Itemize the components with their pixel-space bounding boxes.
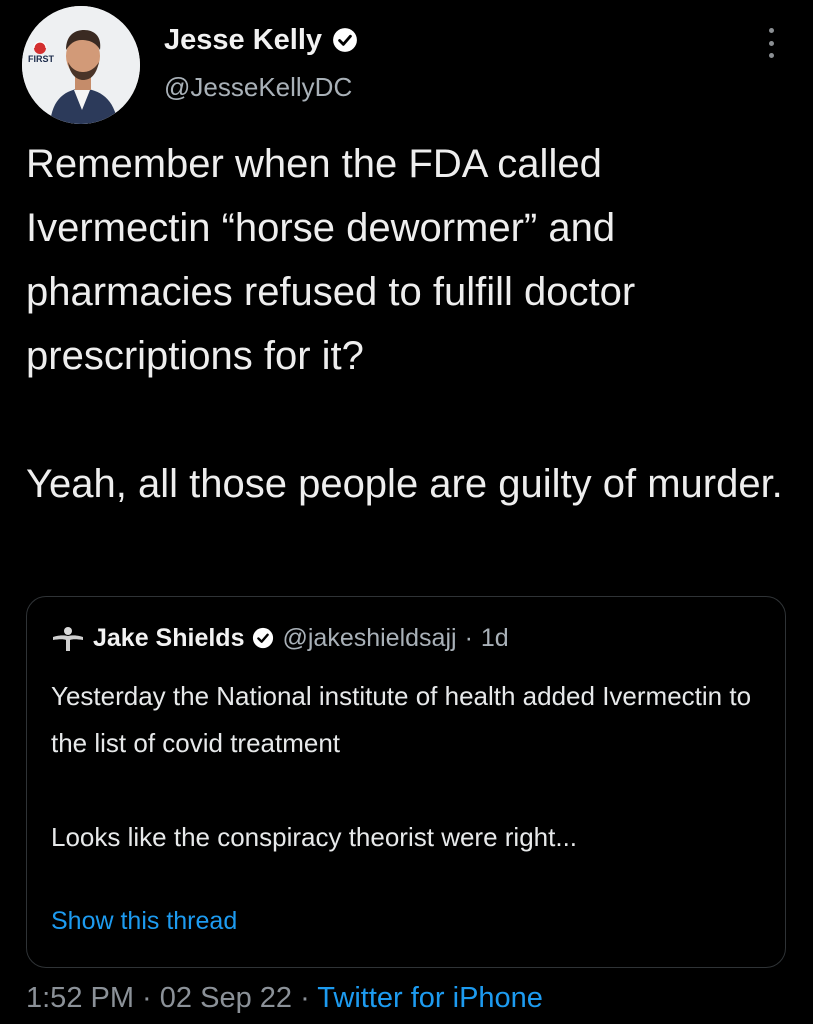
- show-thread-link[interactable]: Show this thread: [51, 907, 237, 936]
- avatar-image: [22, 6, 140, 124]
- tweet-paragraph: Yeah, all those people are guilty of mur…: [26, 462, 783, 506]
- verified-badge-icon: [332, 27, 358, 53]
- tweet: FIRST Jesse Kelly @JesseKellyDC Remember…: [0, 0, 813, 1024]
- quoted-author-handle[interactable]: @jakeshieldsajj: [282, 624, 456, 653]
- tweet-paragraph: Remember when the FDA called Ivermectin …: [26, 142, 636, 378]
- quoted-paragraph: Yesterday the National institute of heal…: [51, 681, 752, 758]
- quoted-author-name[interactable]: Jake Shields: [93, 624, 244, 653]
- more-dot: [768, 40, 774, 46]
- more-options-icon[interactable]: [760, 28, 782, 58]
- quoted-separator: ·: [464, 623, 473, 652]
- more-dot: [768, 28, 774, 33]
- quoted-tweet-header: Jake Shields @jakeshieldsajj · 1d: [51, 621, 509, 655]
- author-name[interactable]: Jesse Kelly: [164, 22, 322, 58]
- author-block: Jesse Kelly @JesseKellyDC: [164, 22, 358, 102]
- meta-separator: ·: [134, 982, 160, 1014]
- first-logo-badge: [33, 41, 47, 54]
- author-handle[interactable]: @JesseKellyDC: [164, 72, 358, 102]
- tweet-text: Remember when the FDA called Ivermectin …: [26, 132, 796, 516]
- author-avatar[interactable]: FIRST: [22, 6, 140, 124]
- quoted-paragraph: Looks like the conspiracy theorist were …: [51, 822, 578, 852]
- more-dot: [768, 53, 774, 58]
- quoted-timestamp[interactable]: 1d: [481, 624, 509, 653]
- tweet-date[interactable]: 02 Sep 22: [160, 982, 292, 1014]
- quoted-author-avatar[interactable]: [51, 621, 85, 655]
- avatar-badge-text: FIRST: [28, 54, 54, 64]
- tweet-time[interactable]: 1:52 PM: [26, 982, 134, 1014]
- meta-separator: ·: [292, 982, 318, 1014]
- quoted-tweet-text: Yesterday the National institute of heal…: [51, 673, 771, 861]
- verified-badge-icon: [252, 627, 274, 649]
- author-name-row: Jesse Kelly: [164, 22, 358, 58]
- tweet-metadata: 1:52 PM · 02 Sep 22 · Twitter for iPhone: [26, 982, 543, 1015]
- tweet-source-link[interactable]: Twitter for iPhone: [317, 982, 543, 1014]
- quoted-tweet-card[interactable]: Jake Shields @jakeshieldsajj · 1d Yester…: [26, 596, 786, 968]
